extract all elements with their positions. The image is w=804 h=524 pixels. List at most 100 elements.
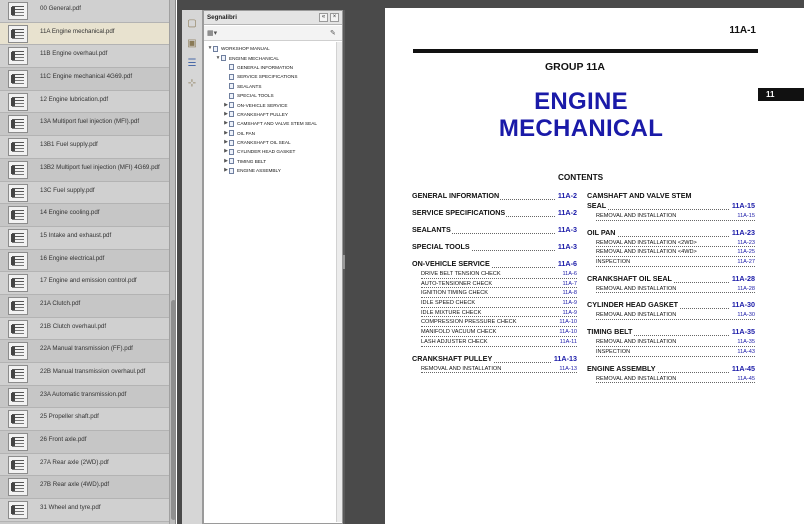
toc-page-ref[interactable]: 11A-10 — [557, 329, 577, 336]
toc-subentry[interactable]: INSPECTION 11A-43 — [587, 348, 755, 359]
file-item[interactable]: 13B1 Fuel supply.pdf — [0, 136, 175, 159]
toc-page-ref[interactable]: 11A-35 — [729, 327, 755, 337]
file-item[interactable]: 13B2 Multiport fuel injection (MFI) 4G69… — [0, 158, 175, 182]
toc-subentry[interactable]: MANIFOLD VACUUM CHECK 11A-10 — [412, 329, 577, 339]
file-item[interactable]: 17 Engine and emission control.pdf — [0, 272, 175, 295]
toc-subentry[interactable]: REMOVAL AND INSTALLATION <2WD> 11A-23 — [587, 239, 755, 250]
bookmark-item[interactable]: ▶ ENGINE ASSEMBLY — [204, 166, 336, 175]
toc-entry[interactable]: SPECIAL TOOLS 11A-3 — [412, 242, 577, 254]
toc-page-ref[interactable]: 11A-2 — [555, 208, 577, 217]
file-item[interactable]: 25 Propeller shaft.pdf — [0, 408, 175, 432]
bookmarks-scrollbar[interactable] — [336, 42, 342, 522]
bookmark-item[interactable]: ▼ ENGINE MECHANICAL — [204, 53, 336, 62]
toc-page-ref[interactable]: 11A-30 — [735, 312, 755, 319]
bookmark-item[interactable]: SPECIAL TOOLS — [204, 91, 336, 100]
file-item[interactable]: 11C Engine mechanical 4G69.pdf — [0, 68, 175, 91]
file-item[interactable]: 23A Automatic transmission.pdf — [0, 385, 175, 409]
toc-page-ref[interactable]: 11A-9 — [560, 300, 577, 307]
toc-page-ref[interactable]: 11A-28 — [735, 285, 755, 292]
file-item[interactable]: 27B Rear axle (4WD).pdf — [0, 476, 175, 500]
toc-page-ref[interactable]: 11A-30 — [729, 300, 755, 310]
collapse-panel-button[interactable]: « — [319, 13, 328, 22]
bookmark-item[interactable]: ▶ ON-VEHICLE SERVICE — [204, 100, 336, 109]
toc-page-ref[interactable]: 11A-6 — [560, 271, 577, 277]
toc-page-ref[interactable]: 11A-13 — [557, 365, 577, 372]
layers-icon[interactable]: ▣ — [185, 36, 199, 50]
toc-page-ref[interactable]: 11A-13 — [551, 353, 577, 363]
splitter-grip[interactable] — [343, 255, 345, 269]
toc-entry[interactable]: CRANKSHAFT PULLEY 11A-13 — [412, 353, 577, 366]
toc-page-ref[interactable]: 11A-3 — [555, 225, 577, 234]
file-list-scrollbar[interactable] — [169, 0, 175, 524]
toc-subentry[interactable]: IGNITION TIMING CHECK 11A-8 — [412, 290, 577, 300]
file-item[interactable]: 21A Clutch.pdf — [0, 294, 175, 318]
toc-page-ref[interactable]: 11A-25 — [735, 249, 755, 256]
toc-subentry[interactable]: IDLE SPEED CHECK 11A-9 — [412, 300, 577, 310]
toc-subentry[interactable]: REMOVAL AND INSTALLATION 11A-30 — [587, 312, 755, 322]
toc-page-ref[interactable]: 11A-23 — [729, 227, 755, 237]
toc-entry[interactable]: SEALANTS 11A-3 — [412, 225, 577, 237]
toc-entry[interactable]: GENERAL INFORMATION 11A-2 — [412, 191, 577, 203]
file-item[interactable]: 00 General.pdf — [0, 0, 175, 23]
bookmark-item[interactable]: SERVICE SPECIFICATIONS — [204, 72, 336, 81]
paperclip-icon[interactable]: ⊹ — [185, 76, 199, 90]
toc-page-ref[interactable]: 11A-11 — [557, 338, 577, 345]
toc-entry[interactable]: OIL PAN 11A-23 — [587, 227, 755, 240]
toc-entry[interactable]: ON-VEHICLE SERVICE 11A-6 — [412, 259, 577, 271]
toc-subentry[interactable]: REMOVAL AND INSTALLATION 11A-15 — [587, 213, 755, 223]
file-item[interactable]: 16 Engine electrical.pdf — [0, 249, 175, 273]
toc-entry[interactable]: SEAL 11A-15 — [587, 201, 755, 213]
file-item[interactable]: 27A Rear axle (2WD).pdf — [0, 453, 175, 477]
toc-subentry[interactable]: REMOVAL AND INSTALLATION 11A-13 — [412, 365, 577, 376]
close-panel-button[interactable]: × — [330, 13, 339, 22]
file-item[interactable]: 15 Intake and exhaust.pdf — [0, 226, 175, 250]
bookmark-item[interactable]: ▶ CAMSHAFT AND VALVE STEM SEAL — [204, 119, 336, 128]
options-icon[interactable]: ▦▾ — [207, 29, 217, 38]
file-item[interactable]: 12 Engine lubrication.pdf — [0, 90, 175, 114]
file-item[interactable]: 14 Engine cooling.pdf — [0, 204, 175, 227]
toc-page-ref[interactable]: 11A-43 — [735, 348, 755, 355]
file-item[interactable]: 22B Manual transmission overhaul.pdf — [0, 363, 175, 386]
toc-page-ref[interactable]: 11A-15 — [729, 201, 755, 210]
file-item[interactable]: 22A Manual transmission (FF).pdf — [0, 340, 175, 363]
bookmark-item[interactable]: ▶ OIL PAN — [204, 129, 336, 138]
toc-page-ref[interactable]: 11A-45 — [729, 363, 755, 373]
bookmark-icon[interactable]: ☰ — [185, 56, 199, 70]
bookmark-item[interactable]: ▶ CRANKSHAFT PULLEY — [204, 110, 336, 119]
toc-page-ref[interactable]: 11A-27 — [735, 259, 755, 266]
toc-page-ref[interactable]: 11A-9 — [560, 309, 577, 316]
bookmark-item[interactable]: GENERAL INFORMATION — [204, 63, 336, 72]
toc-subentry[interactable]: DRIVE BELT TENSION CHECK 11A-6 — [412, 271, 577, 281]
file-item[interactable]: 13A Multiport fuel injection (MFI).pdf — [0, 113, 175, 137]
file-item[interactable]: 11A Engine mechanical.pdf — [0, 22, 175, 46]
file-item[interactable]: 31 Wheel and tyre.pdf — [0, 499, 175, 522]
expand-icon[interactable]: ✎ — [330, 29, 336, 38]
file-item[interactable]: 13C Fuel supply.pdf — [0, 181, 175, 205]
file-item[interactable]: 26 Front axle.pdf — [0, 431, 175, 454]
file-item[interactable]: 11B Engine overhaul.pdf — [0, 45, 175, 69]
bookmark-item[interactable]: ▶ CRANKSHAFT OIL SEAL — [204, 138, 336, 147]
toc-page-ref[interactable]: 11A-45 — [735, 375, 755, 382]
toc-page-ref[interactable]: 11A-6 — [555, 259, 577, 268]
toc-entry[interactable]: ENGINE ASSEMBLY 11A-45 — [587, 363, 755, 376]
pages-icon[interactable]: ▢ — [185, 16, 199, 30]
toc-subentry[interactable]: INSPECTION 11A-27 — [587, 259, 755, 269]
bookmark-item[interactable]: SEALANTS — [204, 82, 336, 91]
toc-subentry[interactable]: REMOVAL AND INSTALLATION 11A-28 — [587, 285, 755, 296]
bookmark-item[interactable]: ▶ CYLINDER HEAD GASKET — [204, 147, 336, 156]
toc-page-ref[interactable]: 11A-7 — [560, 280, 577, 287]
toc-page-ref[interactable]: 11A-15 — [735, 213, 755, 219]
toc-subentry[interactable]: COMPRESSION PRESSURE CHECK 11A-10 — [412, 319, 577, 329]
toc-subentry[interactable]: REMOVAL AND INSTALLATION 11A-45 — [587, 375, 755, 386]
toc-entry[interactable]: CYLINDER HEAD GASKET 11A-30 — [587, 300, 755, 312]
toc-entry[interactable]: CAMSHAFT AND VALVE STEM — [587, 191, 755, 201]
toc-page-ref[interactable]: 11A-28 — [729, 273, 755, 283]
toc-page-ref[interactable]: 11A-3 — [555, 242, 577, 251]
bookmark-item[interactable]: ▶ TIMING BELT — [204, 157, 336, 166]
toc-page-ref[interactable]: 11A-35 — [735, 339, 755, 346]
file-item[interactable]: 21B Clutch overhaul.pdf — [0, 317, 175, 341]
toc-page-ref[interactable]: 11A-23 — [735, 239, 755, 246]
toc-entry[interactable]: CRANKSHAFT OIL SEAL 11A-28 — [587, 273, 755, 286]
toc-subentry[interactable]: REMOVAL AND INSTALLATION <4WD> 11A-25 — [587, 249, 755, 259]
toc-page-ref[interactable]: 11A-8 — [560, 290, 577, 297]
